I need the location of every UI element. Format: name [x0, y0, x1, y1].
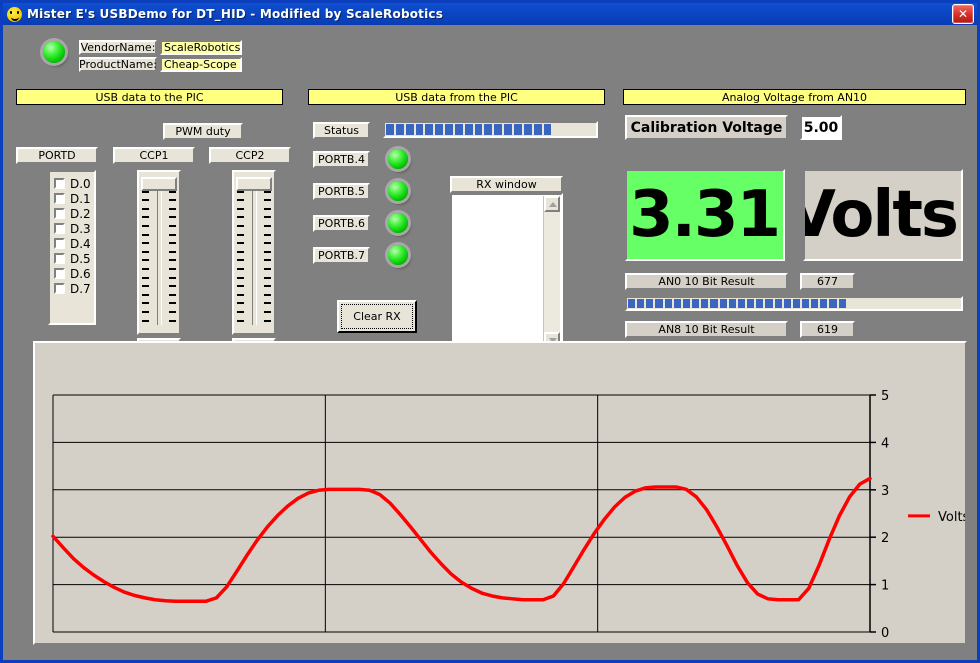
- rx-window-scrollbar[interactable]: [543, 196, 560, 348]
- title-bar: Mister E's USBDemo for DT_HID - Modified…: [3, 3, 977, 25]
- pwm-duty-label: PWM duty: [163, 123, 243, 140]
- chart-y-tick-label: 4: [881, 436, 889, 451]
- portd-bit-2-checkbox[interactable]: [54, 208, 65, 219]
- ccp1-slider-ticks-right: [169, 172, 176, 333]
- an0-result-bar-fill: [628, 299, 848, 308]
- portd-bit-5-checkbox[interactable]: [54, 253, 65, 264]
- ccp1-slider[interactable]: [137, 170, 181, 335]
- portb-7-label: PORTB.7: [313, 247, 370, 264]
- rx-window-textarea[interactable]: [450, 193, 563, 351]
- chart-y-tick-label: 3: [881, 484, 889, 499]
- connection-led: [43, 41, 65, 63]
- rx-window-label: RX window: [450, 176, 563, 193]
- portd-bit-1-label: D.1: [70, 192, 91, 206]
- chart-y-tick-label: 1: [881, 579, 889, 594]
- portd-bit-1-checkbox[interactable]: [54, 193, 65, 204]
- portb-4-led: [388, 149, 408, 169]
- portd-bit-4[interactable]: D.4: [54, 236, 94, 251]
- ccp2-slider-line: [252, 184, 257, 325]
- ccp1-slider-ticks-left: [142, 172, 149, 333]
- ccp2-slider-ticks-left: [237, 172, 244, 333]
- portd-bit-2-label: D.2: [70, 207, 91, 221]
- chart-legend-label: Volts: [938, 510, 965, 525]
- an0-result-label: AN0 10 Bit Result: [625, 273, 788, 290]
- chart-y-tick-label: 0: [881, 626, 889, 641]
- usb-from-pic-header: USB data from the PIC: [308, 89, 605, 105]
- status-progress-bar: [383, 121, 598, 138]
- voltage-readout-value: 3.31: [629, 183, 779, 247]
- portd-label: PORTD: [16, 147, 98, 164]
- scroll-up-icon[interactable]: [544, 196, 560, 212]
- chart-y-tick-label: 5: [881, 389, 889, 404]
- ccp2-slider-thumb[interactable]: [236, 177, 272, 191]
- clear-rx-focus-ring: [341, 304, 413, 329]
- client-area: VendorName: ScaleRobotics ProductName: C…: [3, 25, 977, 660]
- smiley-face-icon: [7, 7, 22, 22]
- portd-bit-3-checkbox[interactable]: [54, 223, 65, 234]
- an0-result-bar: [625, 296, 963, 311]
- vendor-name-label: VendorName:: [79, 40, 157, 55]
- ccp2-slider[interactable]: [232, 170, 276, 335]
- calibration-voltage-input[interactable]: 5.00: [800, 115, 842, 140]
- portd-bit-0[interactable]: D.0: [54, 176, 94, 191]
- voltage-readout: 3.31: [625, 169, 785, 261]
- window-title: Mister E's USBDemo for DT_HID - Modified…: [27, 7, 443, 21]
- portd-bit-5-label: D.5: [70, 252, 91, 266]
- portd-bit-7-checkbox[interactable]: [54, 283, 65, 294]
- portd-bit-3-label: D.3: [70, 222, 91, 236]
- portb-4-label: PORTB.4: [313, 151, 370, 168]
- vendor-name-value: ScaleRobotics: [160, 40, 242, 55]
- calibration-voltage-label: Calibration Voltage: [625, 115, 788, 140]
- an0-result-value: 677: [800, 273, 855, 290]
- portd-bit-3[interactable]: D.3: [54, 221, 94, 236]
- voltage-units-label: Volts: [803, 183, 957, 247]
- voltage-units-readout: Volts: [803, 169, 963, 261]
- portd-checkbox-group: D.0 D.1 D.2 D.3 D.4 D.5: [48, 170, 96, 325]
- portd-bit-1[interactable]: D.1: [54, 191, 94, 206]
- close-button[interactable]: ✕: [952, 4, 974, 24]
- ccp1-label: CCP1: [113, 147, 195, 164]
- portd-bit-0-label: D.0: [70, 177, 91, 191]
- app-window: Mister E's USBDemo for DT_HID - Modified…: [0, 0, 980, 663]
- portd-bit-4-checkbox[interactable]: [54, 238, 65, 249]
- portd-bit-6[interactable]: D.6: [54, 266, 94, 281]
- portd-bit-0-checkbox[interactable]: [54, 178, 65, 189]
- chart-y-tick-label: 2: [881, 531, 889, 546]
- voltage-chart: 0 1 2 3 4 5 Volts: [35, 343, 965, 643]
- status-label: Status: [313, 122, 370, 139]
- analog-voltage-header: Analog Voltage from AN10: [623, 89, 966, 105]
- portd-bit-5[interactable]: D.5: [54, 251, 94, 266]
- portd-bit-2[interactable]: D.2: [54, 206, 94, 221]
- portb-5-led: [388, 181, 408, 201]
- portd-bit-4-label: D.4: [70, 237, 91, 251]
- ccp2-slider-ticks-right: [264, 172, 271, 333]
- chart-series-line: [53, 478, 870, 601]
- portb-6-led: [388, 213, 408, 233]
- usb-to-pic-header: USB data to the PIC: [16, 89, 283, 105]
- clear-rx-button[interactable]: Clear RX: [337, 300, 417, 333]
- an8-result-value: 619: [800, 321, 855, 338]
- ccp2-label: CCP2: [209, 147, 291, 164]
- ccp1-slider-thumb[interactable]: [141, 177, 177, 191]
- portd-bit-7-label: D.7: [70, 282, 91, 296]
- product-name-label: ProductName:: [79, 57, 157, 72]
- status-progress-fill: [386, 124, 553, 135]
- an8-result-label: AN8 10 Bit Result: [625, 321, 788, 338]
- product-name-value: Cheap-Scope: [160, 57, 242, 72]
- portd-bit-6-checkbox[interactable]: [54, 268, 65, 279]
- portb-7-led: [388, 245, 408, 265]
- portb-5-label: PORTB.5: [313, 183, 370, 200]
- ccp1-slider-line: [157, 184, 162, 325]
- voltage-chart-panel: 0 1 2 3 4 5 Volts: [33, 341, 967, 645]
- portd-bit-6-label: D.6: [70, 267, 91, 281]
- portb-6-label: PORTB.6: [313, 215, 370, 232]
- portd-bit-7[interactable]: D.7: [54, 281, 94, 296]
